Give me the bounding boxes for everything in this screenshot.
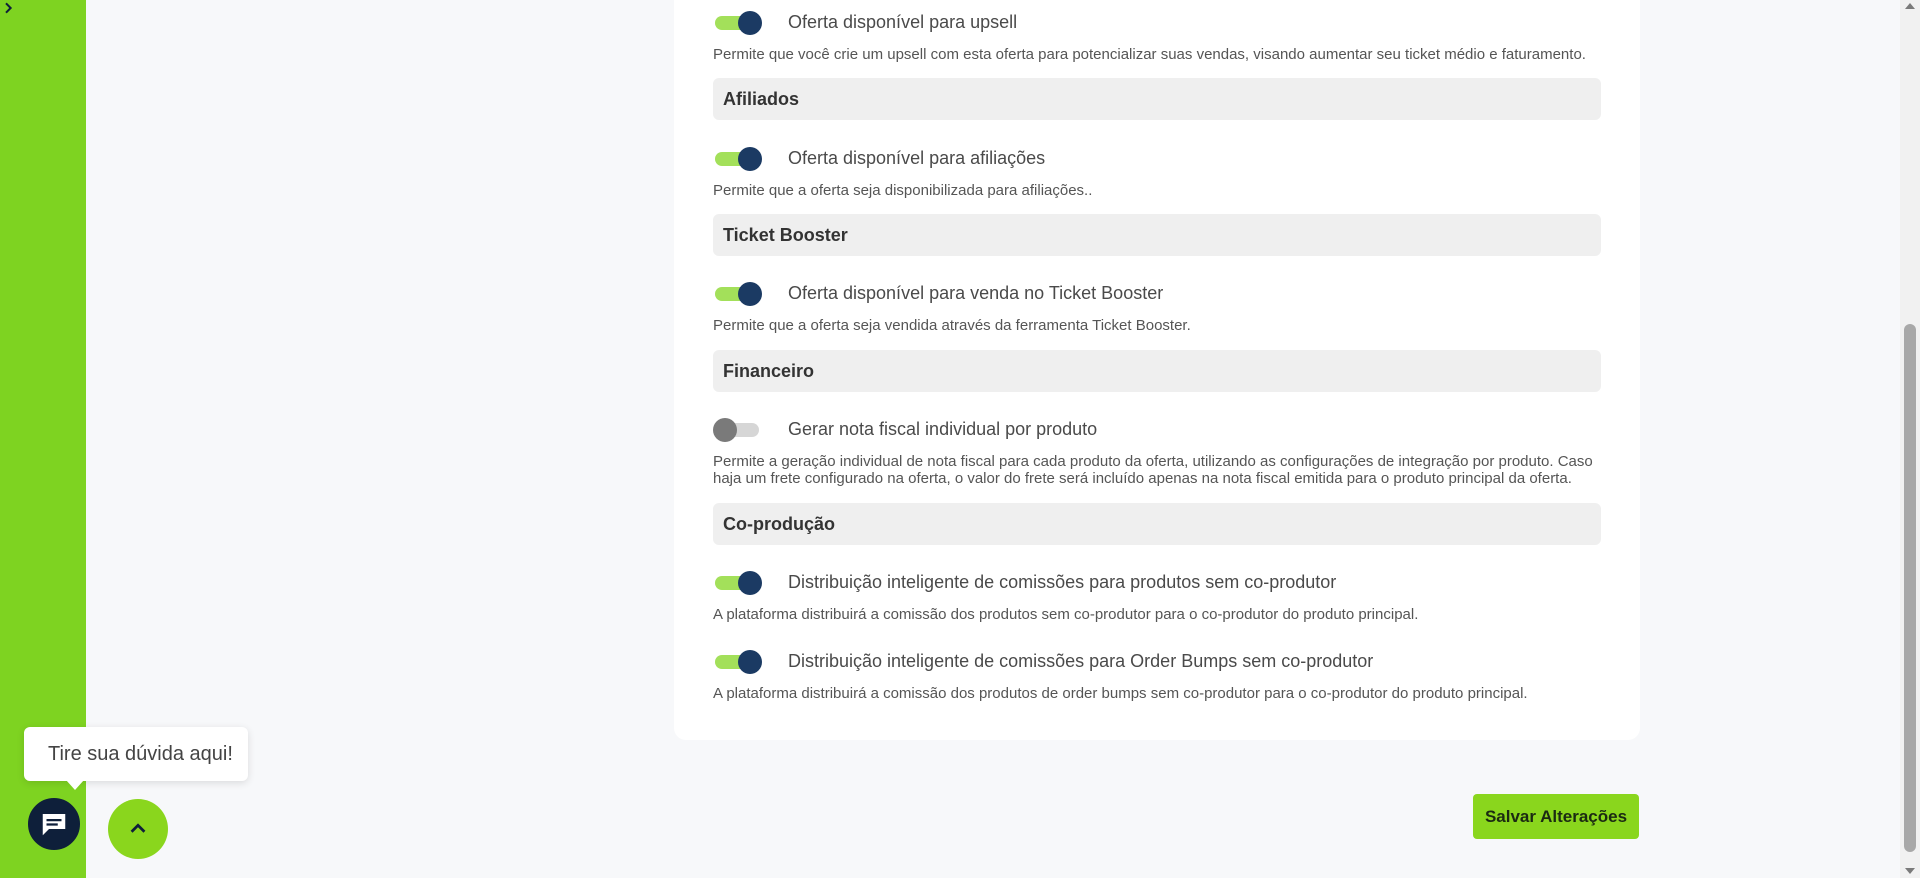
section-finance: Financeiro	[713, 350, 1601, 392]
toggle-knob	[738, 282, 762, 306]
toggle-knob	[713, 418, 737, 442]
section-coproduction: Co-produção	[713, 503, 1601, 545]
smart-bumps-description: A plataforma distribuirá a comissão dos …	[713, 685, 1528, 702]
chat-icon[interactable]	[25, 795, 83, 853]
invoice-label: Gerar nota fiscal individual por produto	[788, 419, 1098, 439]
smart-bumps-label: Distribuição inteligente de comissões pa…	[788, 651, 1374, 671]
ticket-booster-toggle[interactable]	[715, 282, 762, 306]
scroll-down-arrow-icon[interactable]	[1905, 868, 1915, 874]
smart-products-toggle[interactable]	[715, 571, 762, 595]
invoice-toggle[interactable]	[713, 418, 761, 442]
affiliates-label: Oferta disponível para afiliações	[788, 148, 1046, 168]
upsell-toggle[interactable]	[715, 11, 762, 35]
chat-tooltip[interactable]: Tire sua dúvida aqui!	[24, 727, 248, 790]
chevron-up-icon[interactable]	[108, 799, 168, 859]
scrollbar-thumb[interactable]	[1904, 324, 1916, 852]
ticket-booster-description: Permite que a oferta seja vendida atravé…	[713, 317, 1191, 334]
smart-products-description: A plataforma distribuirá a comissão dos …	[713, 606, 1419, 623]
affiliates-description: Permite que a oferta seja disponibilizad…	[713, 182, 1093, 199]
invoice-description: Permite a geração individual de nota fis…	[713, 453, 1593, 487]
toggle-knob	[738, 147, 762, 171]
save-changes-button[interactable]: Salvar Alterações	[1473, 794, 1639, 839]
affiliates-toggle[interactable]	[715, 147, 762, 171]
upsell-label: Oferta disponível para upsell	[788, 12, 1018, 32]
section-affiliates: Afiliados	[713, 78, 1601, 120]
section-ticket-booster: Ticket Booster	[713, 214, 1601, 256]
toggle-knob	[738, 11, 762, 35]
scroll-up-arrow-icon[interactable]	[1905, 3, 1915, 9]
smart-products-label: Distribuição inteligente de comissões pa…	[788, 572, 1337, 592]
toggle-knob	[738, 650, 762, 674]
smart-bumps-toggle[interactable]	[715, 650, 762, 674]
upsell-description: Permite que você crie um upsell com esta…	[713, 46, 1586, 63]
vertical-scrollbar[interactable]	[1900, 0, 1920, 878]
ticket-booster-label: Oferta disponível para venda no Ticket B…	[788, 283, 1164, 303]
toggle-knob	[738, 571, 762, 595]
